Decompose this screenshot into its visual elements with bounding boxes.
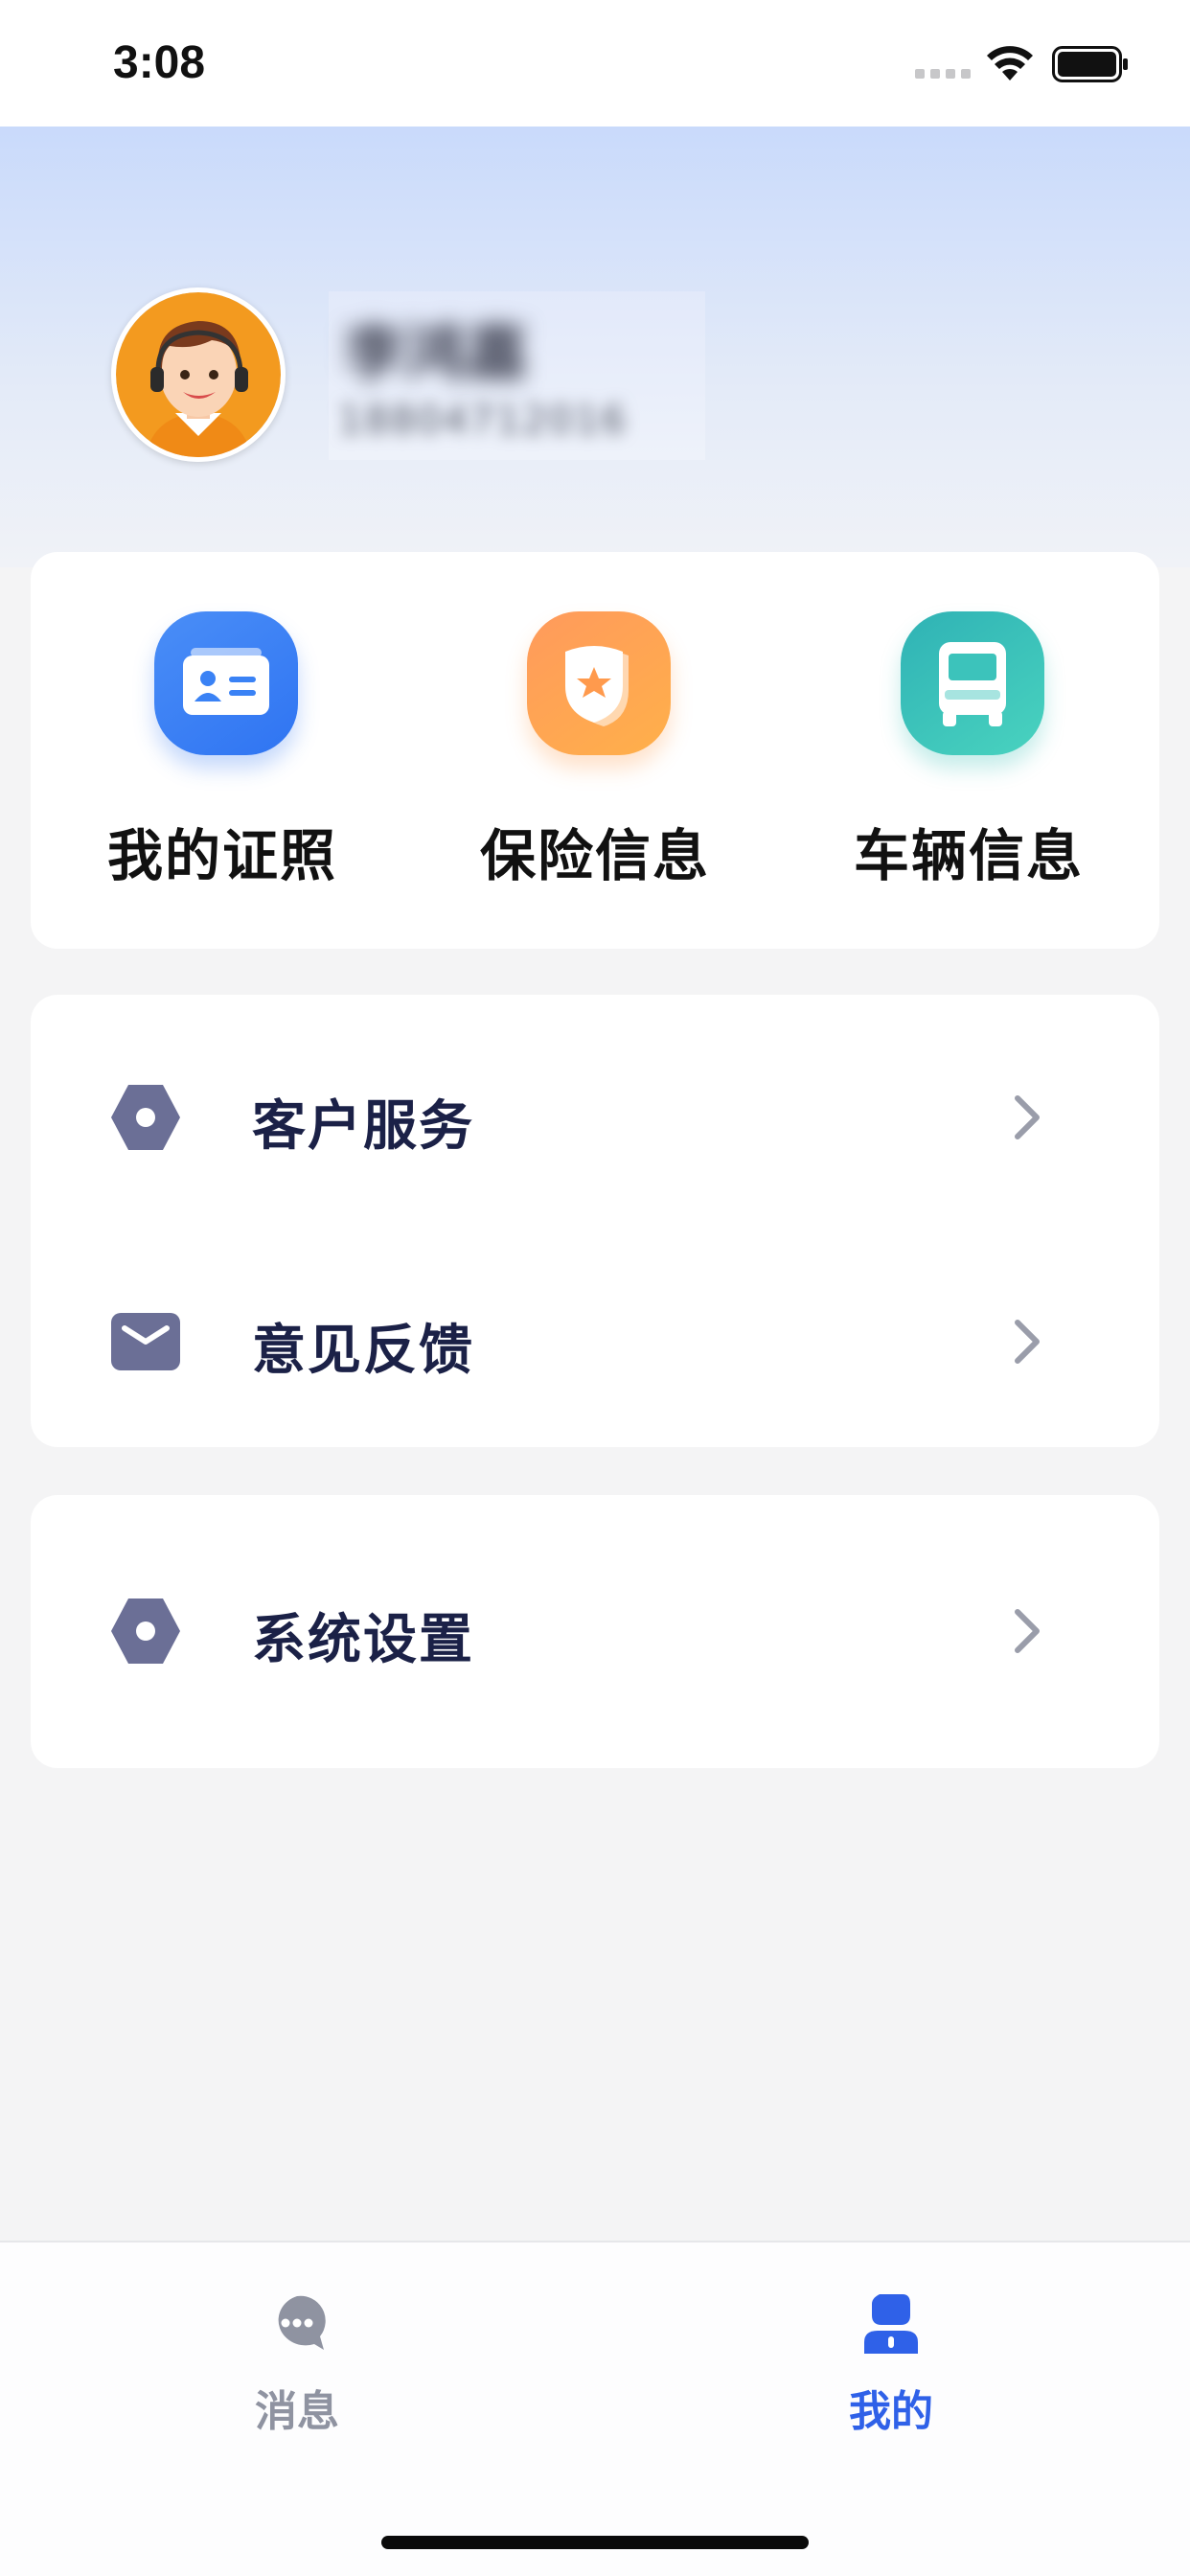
tab-label: 我的 (849, 2387, 933, 2436)
hexagon-icon (111, 1085, 180, 1150)
quick-action-vehicle[interactable]: 车辆信息 (825, 611, 1112, 908)
quick-actions-card: 我的证照 保险信息 车辆信息 (31, 552, 1159, 949)
chevron-right-icon (1015, 1609, 1040, 1653)
person-icon (864, 2294, 918, 2354)
cellular-signal-icon (915, 69, 971, 79)
chevron-right-icon (1015, 1095, 1040, 1139)
hexagon-icon (111, 1598, 180, 1664)
chat-bubble-icon (278, 2295, 326, 2350)
home-indicator[interactable] (381, 2536, 809, 2549)
avatar[interactable] (111, 288, 286, 462)
tab-mine[interactable]: 我的 (747, 2242, 1035, 2472)
user-info: 李鸿嘉 18804712016 (329, 291, 705, 460)
chevron-right-icon (1015, 1320, 1040, 1364)
menu-item-label: 客户服务 (252, 1095, 474, 1158)
customer-service-avatar-icon (116, 292, 281, 457)
user-phone: 18804712016 (338, 399, 628, 443)
service-menu-card: 客户服务 意见反馈 (31, 995, 1159, 1447)
menu-item-label: 系统设置 (252, 1609, 474, 1671)
quick-action-label: 车辆信息 (853, 823, 1084, 888)
shield-star-icon (527, 611, 671, 755)
tab-label: 消息 (255, 2387, 339, 2436)
menu-item-feedback[interactable]: 意见反馈 (31, 1255, 1159, 1428)
settings-menu-card: 系统设置 (31, 1495, 1159, 1768)
id-card-icon (154, 611, 298, 755)
user-name: 李鸿嘉 (344, 319, 528, 390)
quick-action-label: 保险信息 (479, 823, 710, 888)
wifi-icon (987, 46, 1033, 80)
tab-bar: 消息 我的 (0, 2241, 1190, 2576)
menu-item-customer-service[interactable]: 客户服务 (31, 1031, 1159, 1204)
menu-item-system-settings[interactable]: 系统设置 (31, 1545, 1159, 1717)
battery-icon (1052, 46, 1128, 82)
quick-action-insurance[interactable]: 保险信息 (451, 611, 739, 908)
tab-messages[interactable]: 消息 (153, 2242, 441, 2472)
envelope-icon (111, 1313, 180, 1370)
menu-item-label: 意见反馈 (252, 1320, 474, 1382)
status-bar: 3:08 (0, 0, 1190, 126)
status-time: 3:08 (113, 37, 206, 88)
truck-icon (901, 611, 1044, 755)
quick-action-label: 我的证照 (106, 823, 337, 888)
quick-action-licenses[interactable]: 我的证照 (79, 611, 366, 908)
